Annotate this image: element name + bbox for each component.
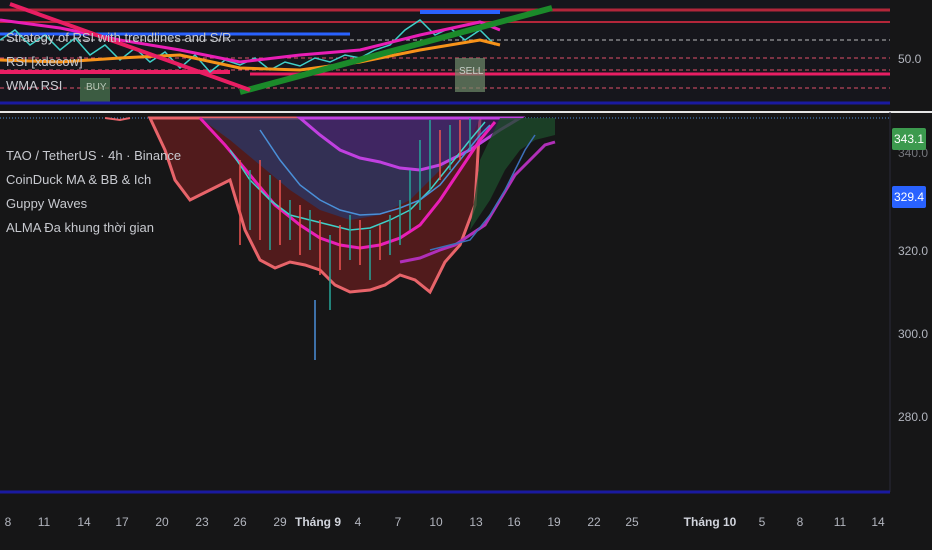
legend-wma-rsi[interactable]: WMA RSI xyxy=(6,78,62,93)
time-tick-label: 22 xyxy=(587,515,601,529)
time-tick-label: 4 xyxy=(354,515,362,529)
legend-coinduck[interactable]: CoinDuck MA & BB & Ich xyxy=(6,172,151,187)
legend-symbol[interactable]: TAO / TetherUS · 4h · Binance xyxy=(6,148,181,163)
time-tick-label: 7 xyxy=(394,515,402,529)
legend-guppy-waves[interactable]: Guppy Waves xyxy=(6,196,87,211)
time-tick-label: 19 xyxy=(547,515,561,529)
price-tick-label: 320.0 xyxy=(898,243,929,258)
time-tick-label: Tháng 9 xyxy=(294,515,342,529)
price-tick-label: 280.0 xyxy=(898,410,929,425)
time-tick-label: 25 xyxy=(625,515,639,529)
time-tick-label: 16 xyxy=(507,515,521,529)
time-tick-label: 29 xyxy=(273,515,287,529)
time-tick-label: 23 xyxy=(195,515,209,529)
rsi-axis-50-label: 50.0 xyxy=(898,52,922,66)
last-price-tag: 343.1 xyxy=(892,128,926,150)
time-tick-label: 8 xyxy=(796,515,804,529)
time-tick-label: 11 xyxy=(833,515,847,529)
time-tick-label: 8 xyxy=(4,515,12,529)
alma-price-tag: 329.4 xyxy=(892,186,926,208)
time-tick-label: 14 xyxy=(77,515,91,529)
time-tick-label: 20 xyxy=(155,515,169,529)
time-tick-label: 26 xyxy=(233,515,247,529)
time-tick-label: 17 xyxy=(115,515,129,529)
legend-rsi-xdecow[interactable]: RSI [xdecow] xyxy=(6,54,83,69)
time-tick-label: 14 xyxy=(871,515,885,529)
legend-rsi-strategy[interactable]: Strategy of RSI with trendlines and S/R xyxy=(6,30,231,45)
time-tick-label: 11 xyxy=(37,515,51,529)
rsi-pane xyxy=(0,0,890,105)
rsi-buy-label: BUY xyxy=(86,82,107,93)
legend-alma[interactable]: ALMA Đa khung thời gian xyxy=(6,220,154,235)
time-tick-label: 10 xyxy=(429,515,443,529)
price-tick-label: 300.0 xyxy=(898,327,929,342)
rsi-sell-label: SELL xyxy=(459,66,484,77)
time-tick-label: Tháng 10 xyxy=(683,515,737,529)
price-pane xyxy=(0,112,891,494)
time-tick-label: 5 xyxy=(758,515,766,529)
time-tick-label: 13 xyxy=(469,515,483,529)
chart-canvas[interactable] xyxy=(0,0,932,550)
